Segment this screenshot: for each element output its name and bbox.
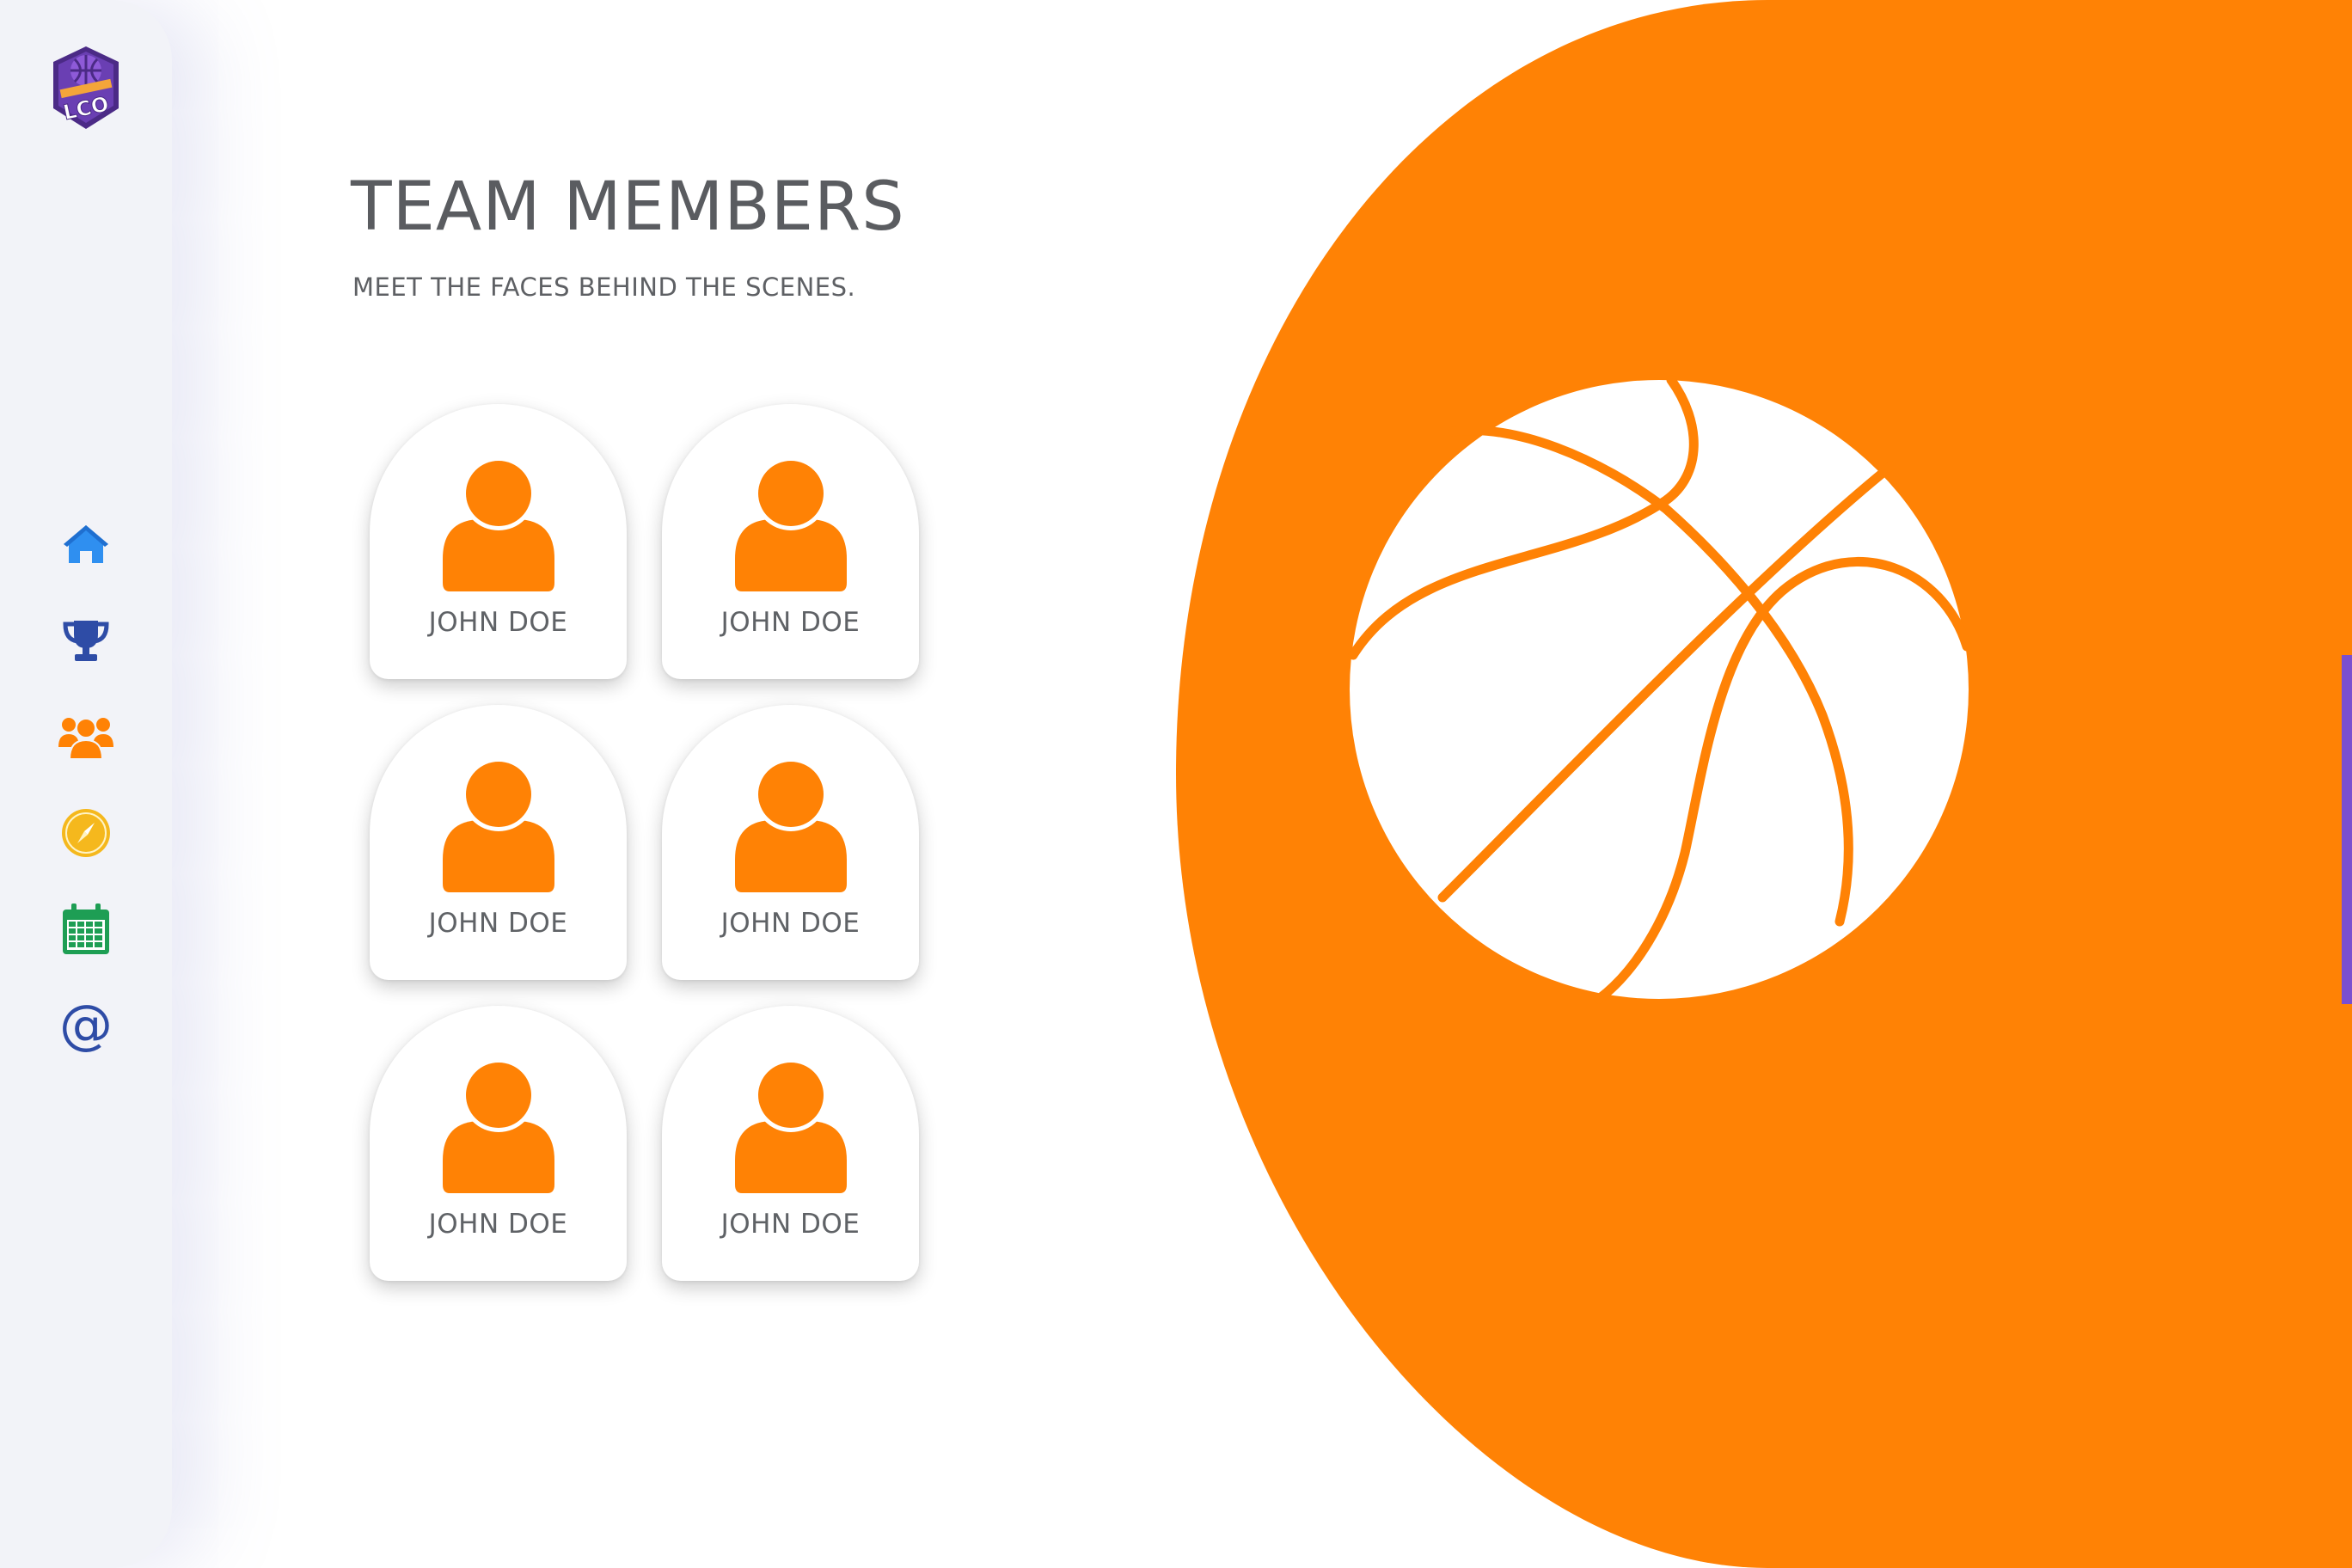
- sidebar: LCO @: [0, 0, 172, 1568]
- logo-badge-icon: LCO: [53, 46, 119, 129]
- side-accent-tab: [2342, 655, 2352, 1004]
- compass-icon: [62, 809, 110, 857]
- user-icon: [443, 758, 554, 892]
- user-icon: [735, 758, 847, 892]
- at-icon: @: [59, 993, 113, 1056]
- member-name: JOHN DOE: [428, 607, 568, 638]
- member-card[interactable]: JOHN DOE: [370, 404, 627, 679]
- member-card[interactable]: JOHN DOE: [370, 705, 627, 980]
- member-name: JOHN DOE: [720, 1209, 861, 1240]
- page-title: TEAM MEMBERS: [351, 168, 905, 246]
- nav-team[interactable]: [55, 706, 117, 768]
- basketball-icon: [1348, 375, 1972, 1004]
- page-subtitle: MEET THE FACES BEHIND THE SCENES.: [352, 273, 856, 302]
- member-name: JOHN DOE: [428, 908, 568, 939]
- member-name: JOHN DOE: [720, 607, 861, 638]
- member-card[interactable]: JOHN DOE: [662, 404, 919, 679]
- nav-compass[interactable]: [55, 802, 117, 864]
- member-name: JOHN DOE: [720, 908, 861, 939]
- member-card[interactable]: JOHN DOE: [370, 1006, 627, 1281]
- home-icon: [64, 525, 108, 563]
- user-icon: [735, 1059, 847, 1193]
- user-icon: [735, 457, 847, 591]
- nav-home[interactable]: [55, 513, 117, 575]
- member-name: JOHN DOE: [428, 1209, 568, 1240]
- user-icon: [443, 457, 554, 591]
- team-icon: [58, 718, 113, 760]
- member-card[interactable]: JOHN DOE: [662, 705, 919, 980]
- member-card[interactable]: JOHN DOE: [662, 1006, 919, 1281]
- nav-calendar[interactable]: [55, 898, 117, 960]
- app-logo[interactable]: LCO: [50, 45, 122, 131]
- user-icon: [443, 1059, 554, 1193]
- nav-trophy[interactable]: [55, 609, 117, 671]
- trophy-icon: [63, 621, 109, 661]
- calendar-icon: [63, 903, 109, 954]
- nav-contact[interactable]: @: [55, 994, 117, 1056]
- team-grid: JOHN DOE JOHN DOE JOHN DOE JOHN DOE JOHN…: [370, 404, 920, 1286]
